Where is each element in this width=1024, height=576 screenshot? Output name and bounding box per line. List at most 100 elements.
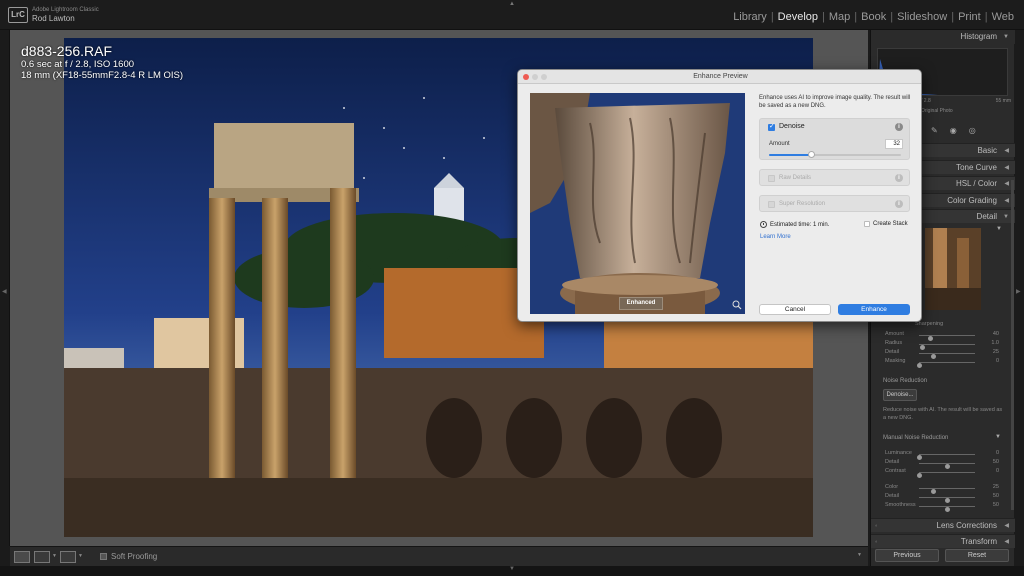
enhanced-label: Enhanced	[619, 297, 663, 310]
slider-value[interactable]: 50	[993, 493, 999, 499]
dropdown-icon-2[interactable]: ▼	[78, 553, 83, 559]
cancel-button[interactable]: Cancel	[759, 304, 831, 315]
slider-track[interactable]	[919, 506, 975, 512]
expand-icon[interactable]: ◀	[1004, 144, 1009, 158]
transform-header[interactable]: ◐ Transform ◀	[871, 534, 1015, 548]
sharpen-slider[interactable]: Amount 40	[875, 331, 1009, 341]
hist-aperture: / 2.8	[921, 98, 931, 104]
slider-track[interactable]	[919, 497, 975, 503]
enhance-button[interactable]: Enhance	[838, 304, 910, 315]
enhance-preview-image[interactable]: Enhanced	[530, 93, 745, 314]
expand-icon[interactable]: ◀	[1004, 177, 1009, 191]
super-resolution-checkbox[interactable]	[768, 201, 775, 208]
transform-enable-icon[interactable]: ◐	[875, 535, 878, 549]
dialog-titlebar: Enhance Preview	[518, 70, 921, 84]
sharpen-slider[interactable]: Masking 0	[875, 358, 1009, 368]
module-print[interactable]: Print	[954, 11, 985, 23]
redeye-icon[interactable]: ◉	[950, 126, 957, 135]
dropdown-icon[interactable]: ▼	[52, 553, 57, 559]
module-book[interactable]: Book	[857, 11, 890, 23]
module-slideshow[interactable]: Slideshow	[893, 11, 951, 23]
slider-knob[interactable]	[917, 473, 922, 478]
expand-filmstrip-icon[interactable]: ▼	[509, 566, 515, 572]
zoom-icon[interactable]	[732, 300, 742, 310]
collapse-top-icon[interactable]: ▲	[509, 1, 515, 7]
toolbar-menu-icon[interactable]: ▼	[857, 552, 862, 558]
yy-view-button[interactable]	[60, 551, 76, 563]
color-slider[interactable]: Smoothness 50	[875, 502, 1009, 512]
slider-value[interactable]: 25	[993, 349, 999, 355]
collapse-icon[interactable]: ▼	[1003, 30, 1009, 44]
estimated-time: Estimated time: 1 min.	[760, 221, 829, 228]
slider-knob[interactable]	[945, 507, 950, 512]
create-stack-option[interactable]: Create Stack	[864, 221, 908, 227]
detail-target-icon[interactable]: ▼	[996, 226, 1002, 232]
brush-icon[interactable]: ✎	[931, 126, 938, 135]
slider-value[interactable]: 0	[996, 358, 999, 364]
slider-track[interactable]	[919, 353, 975, 359]
filmstrip-collapsed[interactable]: ▼	[0, 566, 1024, 576]
slider-value[interactable]: 25	[993, 484, 999, 490]
slider-value[interactable]: 1.0	[991, 340, 999, 346]
loupe-view-button[interactable]	[14, 551, 30, 563]
slider-value[interactable]: 40	[993, 331, 999, 337]
original-photo-label: Original Photo	[921, 108, 953, 114]
lum-slider[interactable]: Contrast 0	[875, 468, 1009, 478]
soft-proofing-checkbox[interactable]	[100, 553, 107, 560]
slider-track[interactable]	[919, 335, 975, 341]
raw-details-checkbox[interactable]	[768, 175, 775, 182]
slider-track[interactable]	[919, 463, 975, 469]
module-develop[interactable]: Develop	[774, 11, 822, 23]
previous-button[interactable]: Previous	[875, 549, 939, 562]
info-icon[interactable]: i	[895, 174, 903, 182]
before-after-button[interactable]	[34, 551, 50, 563]
module-library[interactable]: Library	[729, 11, 771, 23]
histogram-header[interactable]: Histogram ▼	[871, 30, 1015, 44]
lum-slider[interactable]: Luminance 0	[875, 450, 1009, 460]
learn-more-link[interactable]: Learn More	[760, 234, 791, 240]
panel-scrollbar[interactable]	[1011, 180, 1014, 510]
amount-slider[interactable]	[769, 151, 901, 158]
module-web[interactable]: Web	[988, 11, 1018, 23]
lens-corrections-title: Lens Corrections	[936, 521, 997, 530]
slider-value[interactable]: 50	[993, 502, 999, 508]
manual-nr-collapse-icon[interactable]: ▼	[995, 434, 1001, 440]
info-icon[interactable]: i	[895, 200, 903, 208]
slider-knob[interactable]	[917, 363, 922, 368]
amount-slider-knob[interactable]	[808, 151, 816, 158]
left-panel-collapsed[interactable]: ◀	[0, 30, 10, 546]
sharpen-slider[interactable]: Radius 1.0	[875, 340, 1009, 350]
create-stack-checkbox[interactable]	[864, 221, 870, 227]
expand-icon[interactable]: ◀	[1004, 194, 1009, 208]
slider-value[interactable]: 0	[996, 450, 999, 456]
denoise-checkbox[interactable]	[768, 122, 775, 131]
lens-corrections-header[interactable]: ◐ Lens Corrections ◀	[871, 518, 1015, 532]
expand-icon[interactable]: ◀	[1004, 535, 1009, 549]
expand-icon[interactable]: ◀	[1004, 161, 1009, 175]
right-edge[interactable]: ▶	[1014, 30, 1024, 546]
info-icon[interactable]: i	[895, 123, 903, 131]
lens-enable-icon[interactable]: ◐	[875, 519, 878, 533]
denoise-button[interactable]: Denoise...	[883, 389, 917, 401]
reset-button[interactable]: Reset	[945, 549, 1009, 562]
expand-icon[interactable]: ◀	[1004, 519, 1009, 533]
slider-track[interactable]	[919, 488, 975, 494]
detail-zoom-preview[interactable]	[925, 228, 981, 310]
color-slider[interactable]: Detail 50	[875, 493, 1009, 503]
slider-value[interactable]: 0	[996, 468, 999, 474]
slider-track[interactable]	[917, 454, 975, 460]
color-slider[interactable]: Color 25	[875, 484, 1009, 494]
sharpen-slider[interactable]: Detail 25	[875, 349, 1009, 359]
soft-proofing-toggle[interactable]: Soft Proofing	[100, 552, 157, 561]
lum-slider[interactable]: Detail 50	[875, 459, 1009, 469]
collapse-right-icon[interactable]: ▶	[1016, 288, 1021, 295]
amount-input[interactable]: 32	[885, 139, 903, 149]
slider-track[interactable]	[919, 344, 975, 350]
slider-value[interactable]: 50	[993, 459, 999, 465]
slider-track[interactable]	[917, 362, 975, 368]
collapse-icon[interactable]: ▼	[1003, 210, 1009, 224]
slider-track[interactable]	[917, 472, 975, 478]
masking-icon[interactable]: ◎	[969, 126, 976, 135]
expand-left-icon[interactable]: ◀	[2, 288, 7, 295]
module-map[interactable]: Map	[825, 11, 854, 23]
